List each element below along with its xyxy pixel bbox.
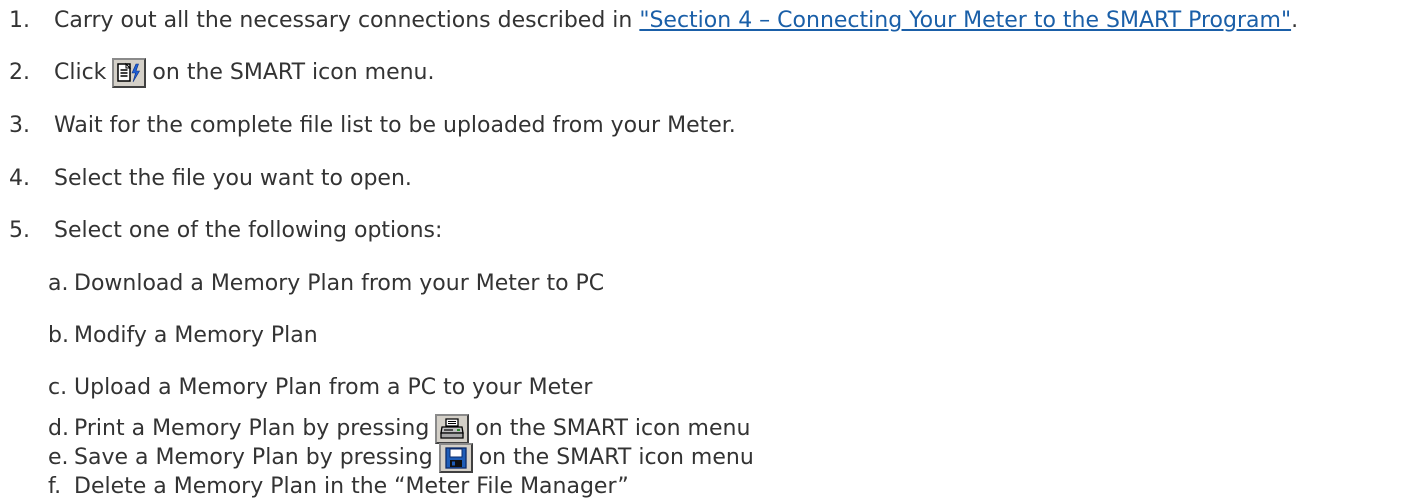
option-letter: a. bbox=[48, 271, 69, 296]
step-5: 5. Select one of the following options: bbox=[0, 216, 442, 246]
step-text: Select the file you want to open. bbox=[54, 166, 412, 191]
option-a: a. Download a Memory Plan from your Mete… bbox=[48, 269, 604, 299]
option-text: Download a Memory Plan from your Meter t… bbox=[74, 271, 605, 296]
floppy-disk-icon bbox=[438, 443, 473, 473]
step-punctuation: . bbox=[1291, 8, 1299, 33]
section-4-link[interactable]: "Section 4 – Connecting Your Meter to th… bbox=[639, 6, 1291, 36]
step-4: 4. Select the file you want to open. bbox=[0, 164, 412, 194]
option-c: c. Upload a Memory Plan from a PC to you… bbox=[48, 373, 592, 403]
step-text: Click bbox=[54, 60, 107, 85]
step-number: 4. bbox=[9, 166, 30, 191]
option-letter: e. bbox=[48, 445, 69, 470]
option-letter: b. bbox=[48, 323, 69, 348]
option-b: b. Modify a Memory Plan bbox=[48, 321, 318, 351]
step-number: 5. bbox=[9, 218, 30, 243]
option-letter: d. bbox=[48, 416, 69, 441]
step-text: Wait for the complete file list to be up… bbox=[54, 113, 736, 138]
option-letter: c. bbox=[48, 375, 68, 400]
step-number: 3. bbox=[9, 113, 30, 138]
step-text: Select one of the following options: bbox=[54, 218, 443, 243]
option-text: Delete a Memory Plan in the “Meter File … bbox=[74, 474, 629, 499]
option-letter: f. bbox=[48, 474, 62, 499]
step-2: 2. Click on the SMART icon menu. bbox=[0, 58, 434, 88]
option-text: on the SMART icon menu bbox=[475, 416, 751, 441]
option-f: f. Delete a Memory Plan in the “Meter Fi… bbox=[48, 472, 629, 502]
option-text: Save a Memory Plan by pressing bbox=[74, 445, 433, 470]
step-text: Carry out all the necessary connections … bbox=[54, 8, 640, 33]
step-number: 2. bbox=[9, 60, 30, 85]
open-meter-file-icon bbox=[112, 58, 147, 88]
step-3: 3. Wait for the complete file list to be… bbox=[0, 111, 736, 141]
printer-icon bbox=[435, 414, 470, 444]
step-1: 1. Carry out all the necessary connectio… bbox=[0, 6, 1298, 36]
step-text: on the SMART icon menu. bbox=[152, 60, 435, 85]
option-d: d. Print a Memory Plan by pressing on th… bbox=[48, 414, 750, 444]
step-number: 1. bbox=[9, 8, 30, 33]
option-text: Modify a Memory Plan bbox=[74, 323, 318, 348]
option-text: Upload a Memory Plan from a PC to your M… bbox=[74, 375, 593, 400]
option-e: e. Save a Memory Plan by pressing on the… bbox=[48, 443, 754, 473]
option-text: on the SMART icon menu bbox=[478, 445, 754, 470]
option-text: Print a Memory Plan by pressing bbox=[74, 416, 430, 441]
